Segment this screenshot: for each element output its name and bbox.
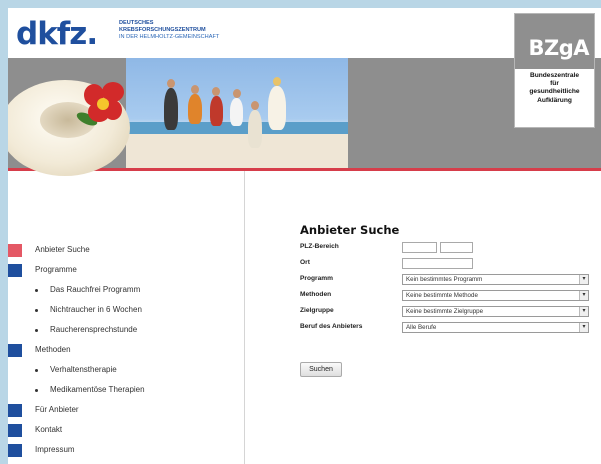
bzga-line-1: Bundeszentrale	[529, 72, 580, 79]
bullet	[35, 309, 38, 312]
page-title: Anbieter Suche	[300, 223, 400, 237]
beruf-select-value: Alle Berufe	[406, 324, 437, 331]
sidebar: Anbieter Suche Programme Das Rauchfrei P…	[8, 171, 244, 464]
sidebar-subitem-medikamente[interactable]: Medikamentöse Therapien	[8, 381, 244, 401]
plz-to-input[interactable]	[440, 242, 473, 253]
beruf-label: Beruf des Anbieters	[300, 323, 363, 330]
jumping-person	[188, 94, 202, 124]
sand	[126, 134, 348, 168]
bullet	[35, 329, 38, 332]
sidebar-subitem-verhaltenstherapie[interactable]: Verhaltenstherapie	[8, 361, 244, 381]
sidebar-item-label: Raucherensprechstunde	[50, 325, 138, 334]
sidebar-item-label: Kontakt	[35, 425, 63, 434]
sidebar-item-label: Impressum	[35, 445, 75, 454]
flower-center	[97, 98, 109, 110]
sidebar-item-label: Das Rauchfrei Programm	[50, 285, 141, 294]
programm-select[interactable]: Kein bestimmtes Programm ▾	[402, 274, 589, 285]
bzga-line-3: gesundheitliche	[529, 88, 580, 96]
sidebar-item-label: Programme	[35, 265, 77, 274]
chevron-down-icon[interactable]: ▾	[579, 323, 588, 332]
jumping-person	[164, 88, 178, 130]
beach-photo	[126, 58, 348, 168]
dkfz-line-3: IN DER HELMHOLTZ-GEMEINSCHAFT	[119, 34, 220, 40]
beruf-select[interactable]: Alle Berufe ▾	[402, 322, 589, 333]
sidebar-item-label: Medikamentöse Therapien	[50, 385, 145, 394]
sidebar-item-anbieter-suche[interactable]: Anbieter Suche	[8, 241, 244, 261]
column-divider	[244, 171, 245, 464]
person-head	[191, 85, 199, 94]
sidebar-item-programme[interactable]: Programme	[8, 261, 244, 281]
zielgruppe-label: Zielgruppe	[300, 307, 334, 314]
plz-from-input[interactable]	[402, 242, 437, 253]
jumping-person	[248, 110, 262, 148]
bullet	[35, 369, 38, 372]
zielgruppe-select-value: Keine bestimmte Zielgruppe	[406, 308, 484, 315]
zielgruppe-row: Zielgruppe Keine bestimmte Zielgruppe ▾	[300, 304, 600, 320]
person-head	[167, 79, 175, 88]
person-head	[233, 89, 241, 98]
sidebar-item-fuer-anbieter[interactable]: Für Anbieter	[8, 401, 244, 421]
bzga-name: Bundeszentrale für gesundheitliche Aufkl…	[515, 69, 594, 105]
chevron-down-icon[interactable]: ▾	[579, 291, 588, 300]
methoden-label: Methoden	[300, 291, 332, 298]
sidebar-item-impressum[interactable]: Impressum	[8, 441, 244, 461]
ashtray-flower-image	[8, 66, 132, 184]
plz-row: PLZ-Bereich	[300, 240, 600, 256]
zielgruppe-select[interactable]: Keine bestimmte Zielgruppe ▾	[402, 306, 589, 317]
sidebar-item-label: Methoden	[35, 345, 71, 354]
nav-marker	[8, 344, 22, 357]
ort-input[interactable]	[402, 258, 473, 269]
programm-label: Programm	[300, 275, 333, 282]
person-head	[273, 77, 281, 86]
dkfz-name: DEUTSCHES KREBSFORSCHUNGSZENTRUM IN DER …	[119, 20, 219, 41]
sidebar-subitem-sprechstunde[interactable]: Raucherensprechstunde	[8, 321, 244, 341]
bzga-line-2: für	[550, 80, 559, 88]
jumping-person	[210, 96, 223, 126]
sidebar-item-label: Verhaltenstherapie	[50, 365, 117, 374]
sidebar-subitem-rauchfrei[interactable]: Das Rauchfrei Programm	[8, 281, 244, 301]
jumping-person	[268, 86, 286, 130]
methoden-select-value: Keine bestimmte Methode	[406, 292, 478, 299]
nav-marker	[8, 264, 22, 277]
methoden-select[interactable]: Keine bestimmte Methode ▾	[402, 290, 589, 301]
bullet	[35, 289, 38, 292]
sidebar-item-label: Anbieter Suche	[35, 245, 90, 254]
chevron-down-icon[interactable]: ▾	[579, 307, 588, 316]
sidebar-nav: Anbieter Suche Programme Das Rauchfrei P…	[8, 241, 244, 461]
ort-row: Ort	[300, 256, 600, 272]
chevron-down-icon[interactable]: ▾	[579, 275, 588, 284]
sidebar-subitem-nichtraucher[interactable]: Nichtraucher in 6 Wochen	[8, 301, 244, 321]
nav-marker	[8, 404, 22, 417]
sidebar-item-label: Nichtraucher in 6 Wochen	[50, 305, 142, 314]
nav-marker	[8, 244, 22, 257]
search-form: Anbieter Suche PLZ-Bereich Ort Programm …	[300, 223, 600, 377]
bullet	[35, 389, 38, 392]
bzga-logo-box[interactable]: BZgA Bundeszentrale für gesundheitliche …	[514, 13, 595, 128]
nav-marker	[8, 444, 22, 457]
sidebar-item-label: Für Anbieter	[35, 405, 79, 414]
page-frame: dkfz. DEUTSCHES KREBSFORSCHUNGSZENTRUM I…	[8, 8, 601, 464]
bzga-logo: BZgA	[515, 14, 594, 69]
plz-label: PLZ-Bereich	[300, 243, 339, 250]
sidebar-item-methoden[interactable]: Methoden	[8, 341, 244, 361]
dkfz-line-2: KREBSFORSCHUNGSZENTRUM	[119, 27, 206, 33]
header: dkfz. DEUTSCHES KREBSFORSCHUNGSZENTRUM I…	[8, 8, 601, 58]
nav-marker	[8, 424, 22, 437]
search-button[interactable]: Suchen	[300, 362, 342, 377]
person-head	[251, 101, 259, 110]
sidebar-item-kontakt[interactable]: Kontakt	[8, 421, 244, 441]
methoden-row: Methoden Keine bestimmte Methode ▾	[300, 288, 600, 304]
beruf-row: Beruf des Anbieters Alle Berufe ▾	[300, 320, 600, 336]
dkfz-line-1: DEUTSCHES	[119, 20, 154, 26]
bzga-line-4: Aufklärung	[537, 96, 572, 104]
programm-row: Programm Kein bestimmtes Programm ▾	[300, 272, 600, 288]
programm-select-value: Kein bestimmtes Programm	[406, 276, 483, 283]
dkfz-logo[interactable]: dkfz.	[16, 18, 98, 50]
person-head	[212, 87, 220, 96]
ort-label: Ort	[300, 259, 310, 266]
jumping-person	[230, 98, 243, 126]
